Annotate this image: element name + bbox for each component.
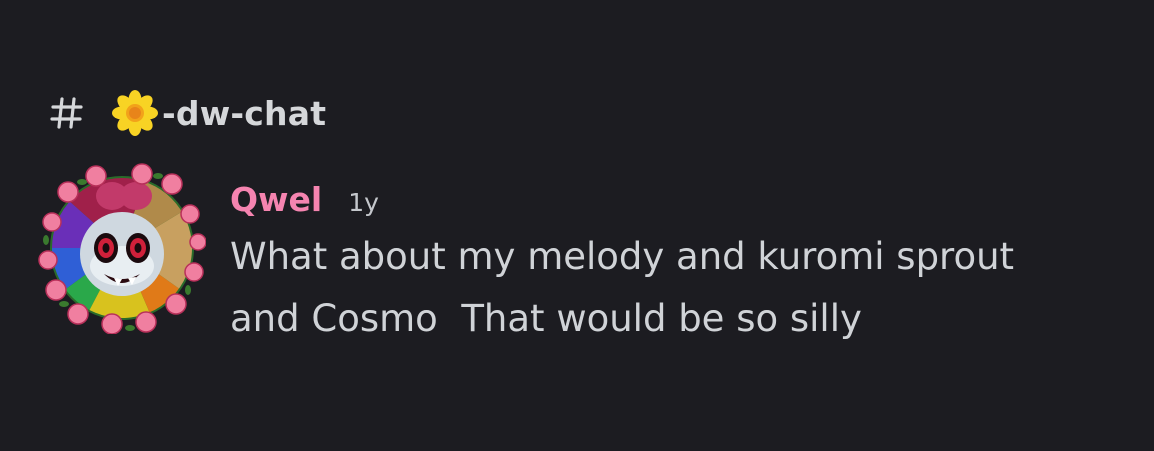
message: Qwel 1y What about my melody and kuromi …	[38, 162, 1118, 350]
message-body: Qwel 1y What about my melody and kuromi …	[230, 162, 1110, 350]
channel-name[interactable]: -dw-chat	[162, 94, 326, 133]
message-line: What about my melody and kuromi sprout	[230, 235, 1015, 278]
sunflower-icon	[112, 90, 158, 136]
hash-icon	[50, 97, 83, 129]
channel-header: -dw-chat	[50, 88, 326, 138]
avatar[interactable]	[38, 162, 206, 334]
message-header: Qwel 1y	[230, 180, 1110, 230]
message-timestamp[interactable]: 1y	[348, 188, 379, 217]
author-name[interactable]: Qwel	[230, 180, 322, 219]
message-line: and Cosmo That would be so silly	[230, 297, 862, 340]
message-content: What about my melody and kuromi sprout a…	[230, 226, 1110, 350]
